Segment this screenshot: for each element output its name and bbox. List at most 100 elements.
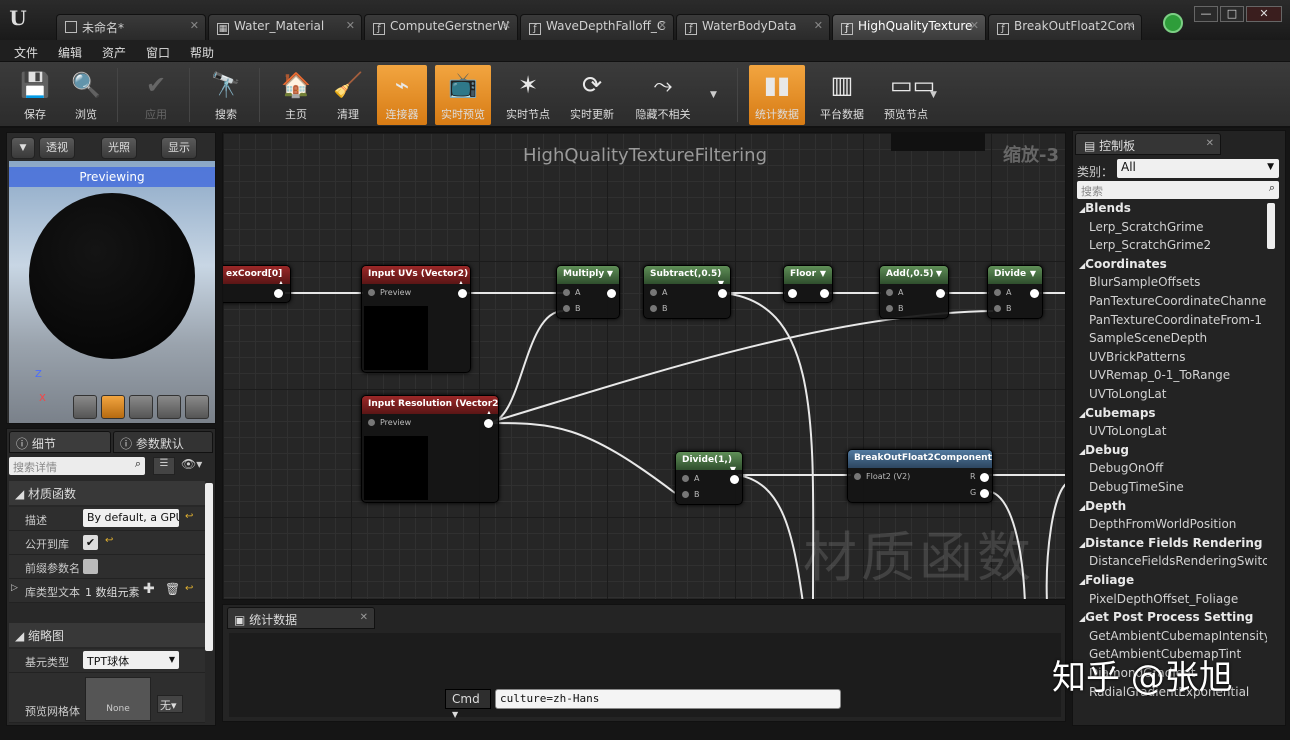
minimize-button[interactable]: —	[1194, 6, 1218, 22]
category-select[interactable]: All ▼	[1117, 159, 1279, 178]
live-preview-button[interactable]: 📺 实时预览	[435, 65, 491, 125]
platform-stats-button[interactable]: ▥ 平台数据	[814, 65, 870, 125]
node-multiply[interactable]: Multiply ▼ A B	[556, 265, 620, 319]
palette-item[interactable]: BlurSampleOffsets	[1089, 275, 1267, 289]
pin-b[interactable]: B	[994, 304, 1012, 313]
section-thumbnail[interactable]: ◢ 缩略图	[9, 623, 205, 647]
tab-compute-gerstner[interactable]: ƒ ComputeGerstnerW ✕	[364, 14, 518, 40]
preview-node-button[interactable]: ▭▭ 预览节点	[878, 65, 935, 125]
stats-button[interactable]: ▮▮ 统计数据	[749, 65, 805, 125]
home-button[interactable]: 🏠 主页	[271, 65, 321, 125]
palette-category[interactable]: ◢Coordinates	[1079, 257, 1167, 271]
cube-shape-icon[interactable]	[157, 395, 181, 419]
palette-category[interactable]: ◢Cubemaps	[1079, 406, 1156, 420]
details-search-input[interactable]: 搜索详情 ⌕	[9, 457, 145, 475]
section-material-function[interactable]: ◢ 材质函数	[9, 481, 205, 505]
unreal-logo-icon[interactable]: U	[4, 4, 32, 32]
close-icon[interactable]: ✕	[346, 19, 355, 32]
view-options-button[interactable]: ☰	[153, 457, 175, 475]
palette-category[interactable]: ◢Foliage	[1079, 573, 1134, 587]
hide-unrelated-button[interactable]: ⤳ 隐藏不相关	[630, 65, 696, 125]
delete-icon[interactable]: 🗑	[165, 582, 180, 596]
close-icon[interactable]: ✕	[360, 612, 368, 623]
plane-shape-icon[interactable]	[129, 395, 153, 419]
close-icon[interactable]: ✕	[502, 19, 511, 32]
palette-item[interactable]: PanTextureCoordinateFrom-1	[1089, 313, 1267, 327]
mesh-select[interactable]: 无▾	[157, 695, 183, 713]
palette-category[interactable]: ◢Distance Fields Rendering	[1079, 536, 1262, 550]
preview-pin[interactable]: Preview	[368, 288, 411, 297]
save-button[interactable]: 💾 保存	[10, 65, 60, 125]
console-type-select[interactable]: Cmd ▼	[445, 689, 491, 719]
sphere-shape-icon[interactable]	[101, 395, 125, 419]
apply-button[interactable]: ✔ 应用	[131, 65, 181, 125]
node-texcoord[interactable]: exCoord[0] ▲	[223, 265, 291, 303]
palette-scrollbar[interactable]	[1267, 203, 1275, 249]
close-icon[interactable]: ✕	[658, 19, 667, 32]
tab-stats[interactable]: ▣ 统计数据 ✕	[227, 607, 375, 629]
palette-category[interactable]: ◢Blends	[1079, 201, 1131, 215]
chevron-right-icon[interactable]: ▷	[11, 583, 18, 593]
collapse-icon[interactable]: ▼	[820, 269, 826, 278]
input-pin[interactable]	[788, 289, 797, 298]
collapse-icon[interactable]: ▲	[458, 279, 464, 284]
console-input[interactable]: culture=zh-Hans	[495, 689, 841, 709]
reset-icon[interactable]: ↩	[185, 583, 193, 594]
connector-button[interactable]: ⌁ 连接器	[377, 65, 427, 125]
palette-item[interactable]: UVToLongLat	[1089, 387, 1267, 401]
material-graph[interactable]: HighQualityTextureFiltering 缩放-3 材质函数 ex…	[222, 132, 1066, 600]
node-floor[interactable]: Floor ▼	[783, 265, 833, 303]
node-input-resolution[interactable]: Input Resolution (Vector2) ▲ Preview	[361, 395, 499, 503]
menu-asset[interactable]: 资产	[102, 44, 126, 61]
tab-parameter-defaults[interactable]: ⓘ 参数默认	[113, 431, 213, 453]
custom-mesh-icon[interactable]	[185, 395, 209, 419]
tab-details[interactable]: ⓘ 细节	[9, 431, 111, 453]
palette-item[interactable]: Lerp_ScratchGrime2	[1089, 238, 1267, 252]
collapse-icon[interactable]: ▼	[730, 465, 736, 470]
close-icon[interactable]: ✕	[814, 19, 823, 32]
close-window-button[interactable]: ✕	[1246, 6, 1282, 22]
pin-b[interactable]: B	[563, 304, 581, 313]
node-divide-1[interactable]: Divide(1,) ▼ A B	[675, 451, 743, 505]
palette-category[interactable]: ◢Get Post Process Setting	[1079, 610, 1253, 624]
output-pin-r[interactable]	[980, 473, 989, 482]
chevron-down-icon[interactable]: ▼	[710, 90, 717, 100]
clean-button[interactable]: 🧹 清理	[323, 65, 373, 125]
pin-a[interactable]: A	[563, 288, 580, 297]
collapse-icon[interactable]: ▼	[607, 269, 613, 278]
output-pin[interactable]	[730, 475, 739, 484]
palette-item[interactable]: PanTextureCoordinateChanne	[1089, 294, 1267, 308]
details-scrollbar[interactable]	[205, 483, 213, 651]
source-control-icon[interactable]	[1163, 13, 1183, 33]
pin-b[interactable]: B	[650, 304, 668, 313]
tab-water-material[interactable]: ▦ Water_Material ✕	[208, 14, 362, 40]
output-pin[interactable]	[1030, 289, 1039, 298]
primitive-type-select[interactable]: TPT球体 ▼	[83, 651, 179, 669]
prefix-param-checkbox[interactable]	[83, 559, 98, 574]
node-subtract[interactable]: Subtract(,0.5) ▼ A B	[643, 265, 731, 319]
pin-a[interactable]: A	[650, 288, 667, 297]
collapse-icon[interactable]: ▼	[1030, 269, 1036, 278]
node-input-uvs[interactable]: Input UVs (Vector2) ▲ Preview	[361, 265, 471, 373]
output-pin[interactable]	[936, 289, 945, 298]
tab-water-body-data[interactable]: ƒ WaterBodyData ✕	[676, 14, 830, 40]
output-pin[interactable]	[820, 289, 829, 298]
pin-b[interactable]: B	[886, 304, 904, 313]
palette-item[interactable]: PixelDepthOffset_Foliage	[1089, 592, 1267, 606]
node-divide[interactable]: Divide ▼ A B	[987, 265, 1043, 319]
pin-a[interactable]: A	[886, 288, 903, 297]
palette-item[interactable]: DebugOnOff	[1089, 461, 1267, 475]
pin-r[interactable]: R	[970, 472, 976, 481]
tab-high-quality-texture[interactable]: ƒ HighQualityTexture ✕	[832, 14, 986, 40]
viewport-options-button[interactable]: ▼	[11, 137, 35, 159]
menu-window[interactable]: 窗口	[146, 44, 170, 61]
live-node-button[interactable]: ✶ 实时节点	[500, 65, 556, 125]
collapse-icon[interactable]: ▼	[936, 269, 942, 278]
node-breakout-float2[interactable]: BreakOutFloat2Components Float2 (V2) R G	[847, 449, 993, 503]
close-icon[interactable]: ✕	[190, 19, 199, 32]
palette-category[interactable]: ◢Debug	[1079, 443, 1129, 457]
float2-pin[interactable]: Float2 (V2)	[854, 472, 910, 481]
menu-help[interactable]: 帮助	[190, 44, 214, 61]
output-pin[interactable]	[718, 289, 727, 298]
palette-item[interactable]: DebugTimeSine	[1089, 480, 1267, 494]
